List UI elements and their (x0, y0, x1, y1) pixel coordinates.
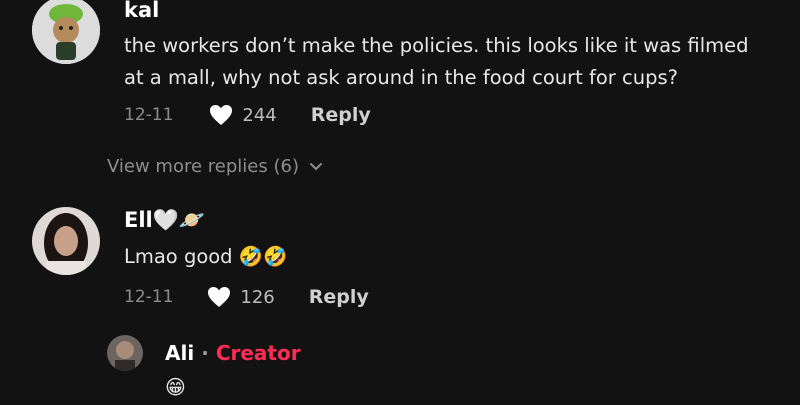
heart-icon (208, 287, 231, 307)
creator-badge: Creator (215, 341, 301, 365)
like-count: 126 (240, 286, 275, 308)
username[interactable]: kal (124, 0, 159, 22)
view-more-replies-button[interactable]: View more replies (6) (107, 156, 323, 177)
avatar-ali[interactable] (107, 335, 143, 371)
view-more-label: View more replies (6) (107, 156, 299, 177)
username[interactable]: Ali (165, 341, 194, 365)
chevron-down-icon (309, 162, 322, 170)
heart-icon (210, 105, 233, 125)
comment-meta: 12-11 244 Reply (124, 104, 371, 126)
reply-button[interactable]: Reply (311, 104, 371, 126)
comment-date: 12-11 (124, 287, 174, 307)
like-button[interactable]: 126 (207, 286, 275, 308)
comment-text: Lmao good 🤣🤣 (124, 245, 288, 268)
like-button[interactable]: 244 (209, 104, 277, 126)
comment-text-line-2: at a mall, why not ask around in the foo… (124, 66, 678, 89)
like-count: 244 (242, 104, 277, 126)
avatar-kal[interactable] (32, 0, 100, 64)
user-photo-icon (32, 207, 100, 275)
comment-text-line-1: the workers don’t make the policies. thi… (124, 34, 749, 57)
comment-date: 12-11 (124, 105, 174, 125)
comment-meta: 12-11 126 Reply (124, 286, 369, 308)
reply-text: 😁 (165, 375, 186, 399)
cat-avatar-icon (32, 0, 100, 64)
username-line: Ali · Creator (165, 341, 301, 365)
avatar-ell[interactable] (32, 207, 100, 275)
separator-dot: · (201, 341, 209, 365)
user-photo-icon (107, 335, 143, 371)
reply-button[interactable]: Reply (309, 286, 369, 308)
username[interactable]: Ell🤍🪐 (124, 208, 205, 233)
